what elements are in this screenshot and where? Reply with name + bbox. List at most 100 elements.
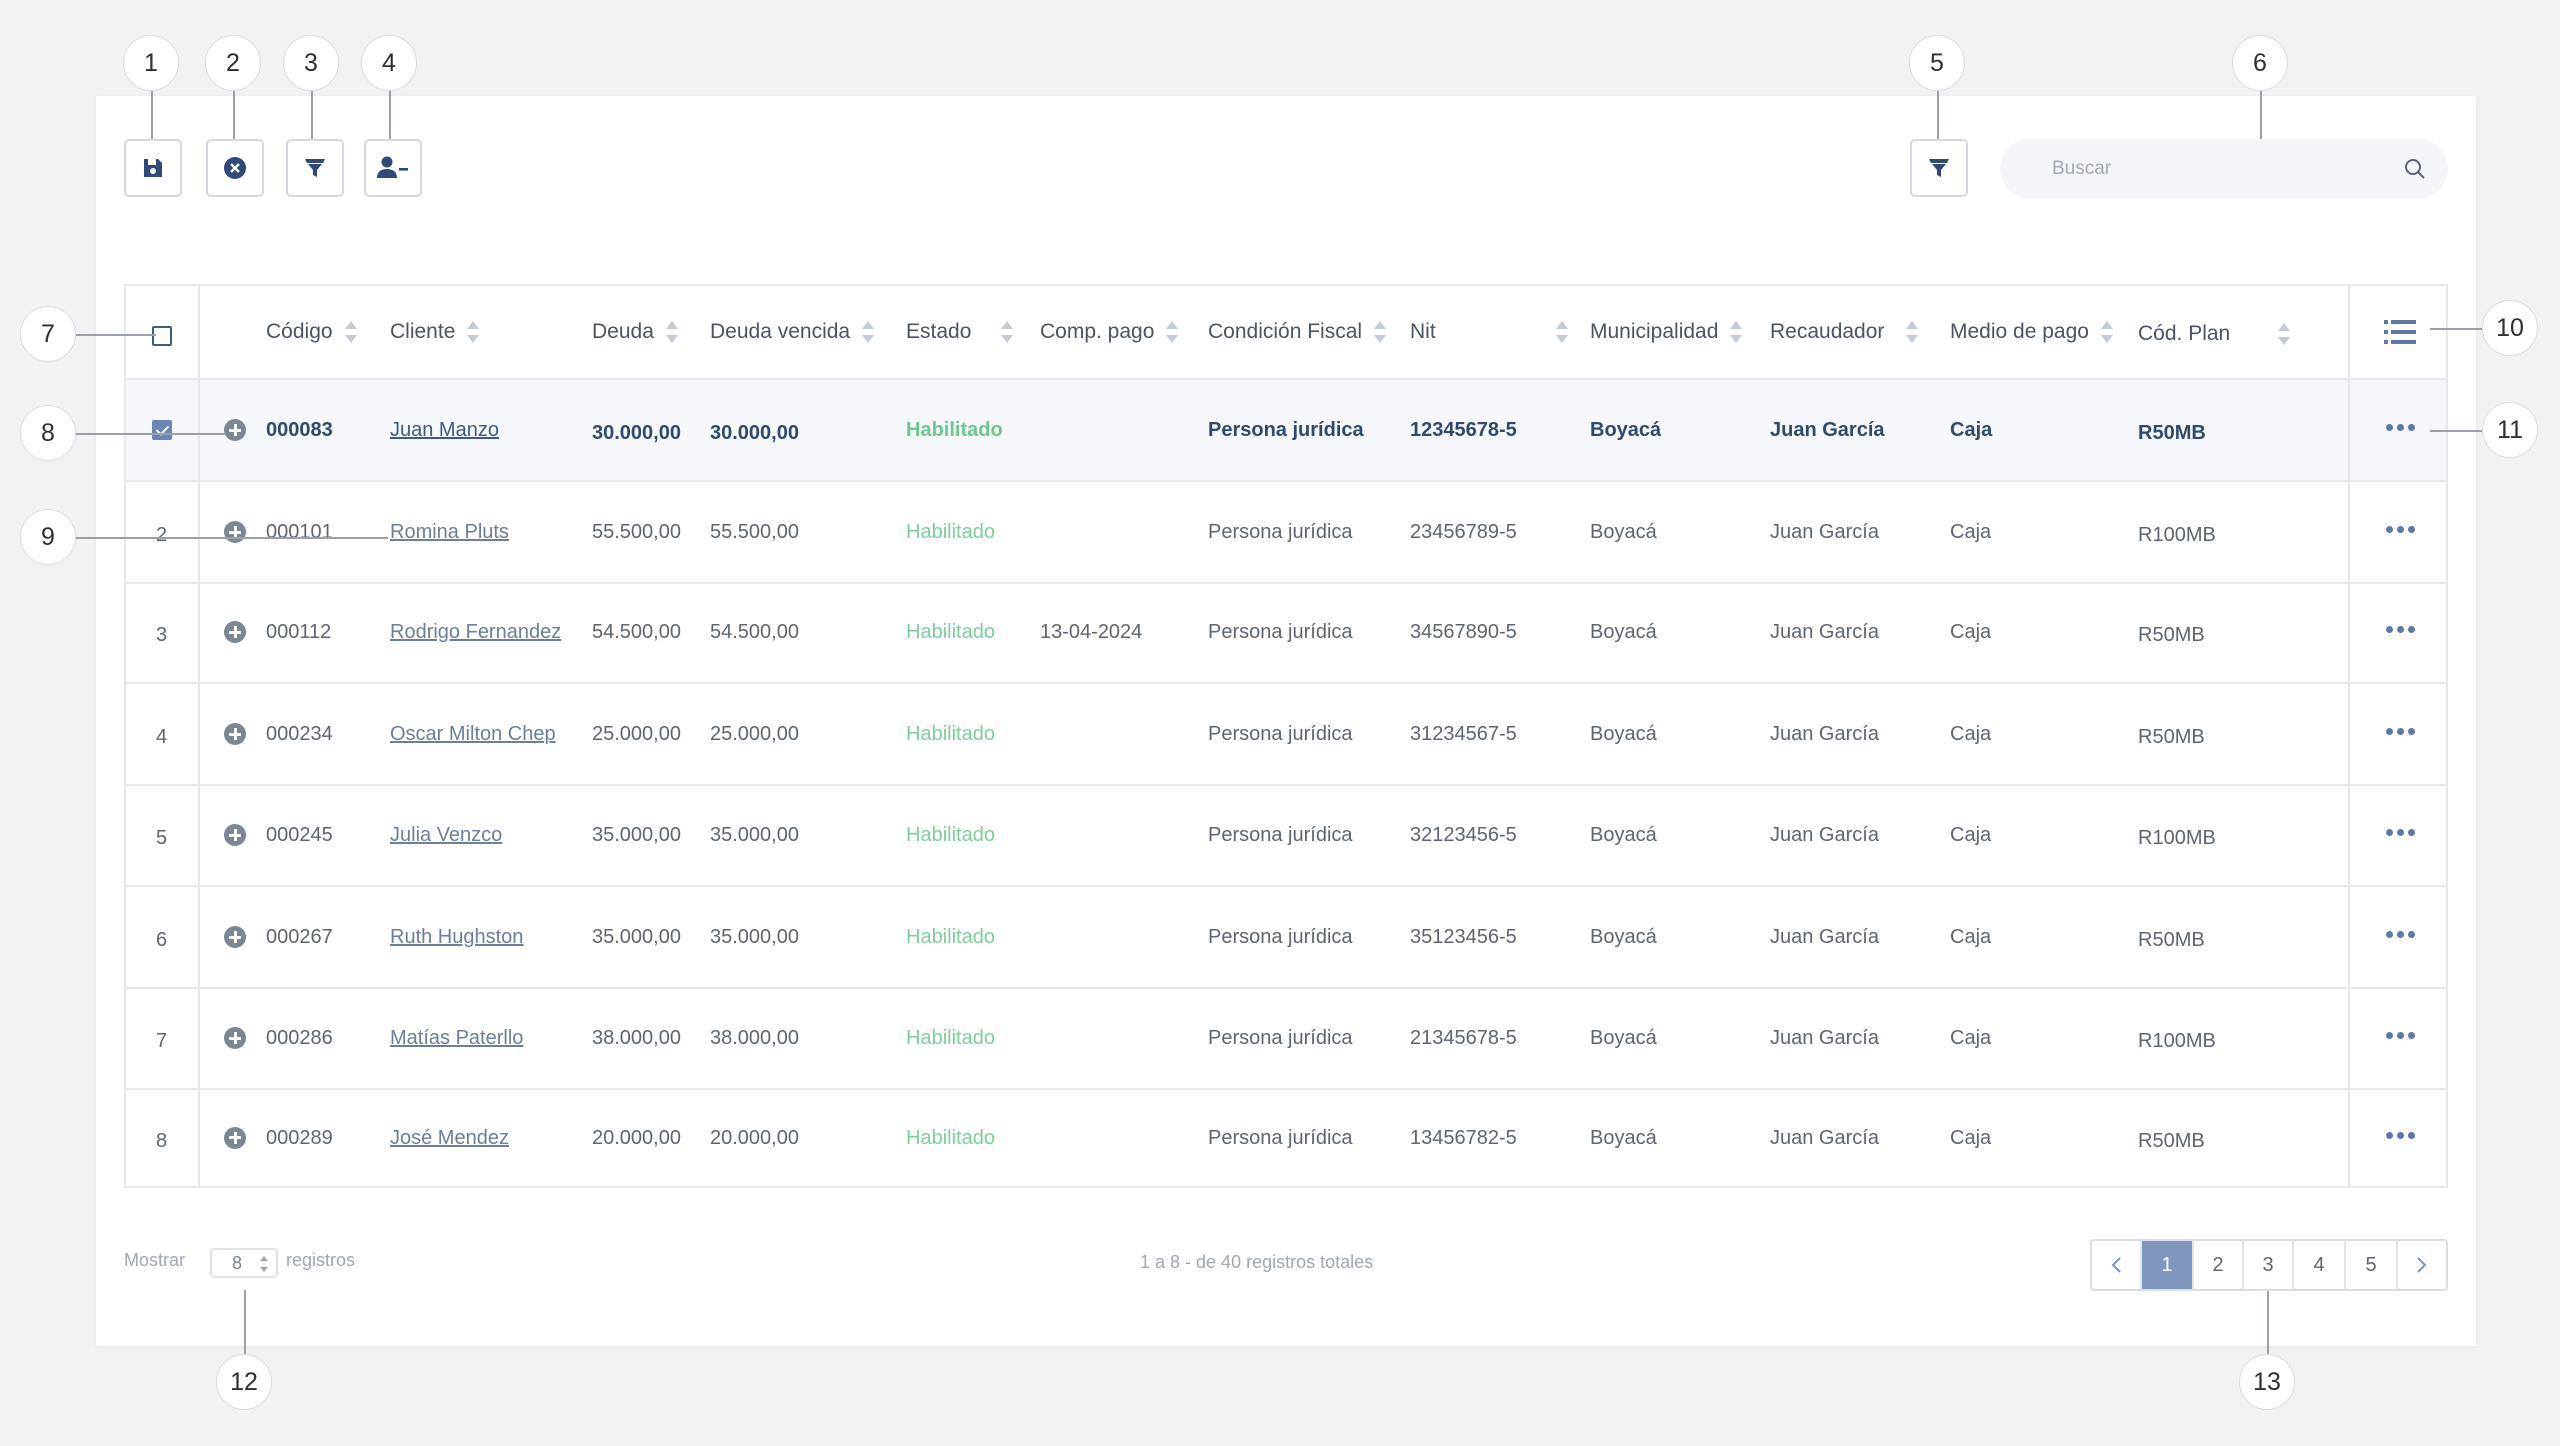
sort-icon[interactable] xyxy=(1906,319,1919,345)
callout-leader-line xyxy=(2430,430,2482,432)
callout-marker: 10 xyxy=(2482,300,2538,356)
page-button[interactable]: 5 xyxy=(2346,1241,2398,1289)
column-list-icon[interactable] xyxy=(2384,319,2416,345)
expand-row-icon[interactable] xyxy=(224,1126,246,1149)
per-page-stepper[interactable]: 8 xyxy=(210,1248,278,1278)
next-page-button[interactable] xyxy=(2398,1241,2446,1289)
cell-municipalidad: Boyacá xyxy=(1590,926,1657,948)
sort-icon[interactable] xyxy=(1166,319,1179,345)
callout-leader-line xyxy=(389,91,391,139)
row-actions-icon[interactable] xyxy=(2386,626,2415,633)
row-index[interactable]: 4 xyxy=(156,726,167,749)
filter-icon xyxy=(1929,159,1949,177)
row-divider xyxy=(126,987,2446,989)
row-actions-icon[interactable] xyxy=(2386,829,2415,836)
page-button[interactable]: 2 xyxy=(2194,1241,2244,1289)
cell-cliente[interactable]: Julia Venzco xyxy=(390,824,502,847)
column-divider xyxy=(2348,286,2350,1186)
cell-deuda: 35.000,00 xyxy=(592,926,681,948)
remove-user-button[interactable] xyxy=(364,139,422,197)
cell-estado: Habilitado xyxy=(906,521,995,543)
save-button[interactable] xyxy=(124,139,182,197)
search-icon[interactable] xyxy=(2404,158,2426,180)
advanced-filter-button[interactable] xyxy=(1910,139,1968,197)
header-codigo[interactable]: Código xyxy=(266,319,357,345)
expand-row-icon[interactable] xyxy=(224,824,246,846)
page-button[interactable]: 1 xyxy=(2142,1241,2194,1289)
pagination: 1 2 3 4 5 xyxy=(2090,1239,2448,1291)
row-actions-icon[interactable] xyxy=(2386,1032,2415,1039)
cell-condicion: Persona jurídica xyxy=(1208,1126,1353,1149)
header-nit[interactable]: Nit xyxy=(1410,319,1568,345)
cell-cliente[interactable]: Romina Pluts xyxy=(390,521,509,544)
expand-row-icon[interactable] xyxy=(224,621,246,643)
cell-deuda-vencida: 54.500,00 xyxy=(710,621,799,643)
header-recaudador[interactable]: Recaudador xyxy=(1770,319,1919,345)
prev-page-button[interactable] xyxy=(2092,1241,2142,1289)
sort-icon[interactable] xyxy=(344,319,357,345)
row-index[interactable]: 3 xyxy=(156,624,167,647)
sort-icon[interactable] xyxy=(2278,321,2291,347)
cell-plan: R100MB xyxy=(2138,1030,2216,1052)
stepper-arrows-icon[interactable] xyxy=(260,1256,268,1272)
row-index[interactable]: 5 xyxy=(156,827,167,850)
cell-medio: Caja xyxy=(1950,926,1992,948)
cell-deuda-vencida: 35.000,00 xyxy=(710,926,799,948)
header-cod-plan[interactable]: Cód. Plan xyxy=(2138,321,2291,347)
sort-icon[interactable] xyxy=(2100,319,2113,345)
header-deuda-vencida[interactable]: Deuda vencida xyxy=(710,319,875,345)
row-actions-icon[interactable] xyxy=(2386,931,2415,938)
filter-button[interactable] xyxy=(286,139,344,197)
cell-cliente[interactable]: Matías Paterllo xyxy=(390,1027,523,1050)
sort-icon[interactable] xyxy=(1730,319,1743,345)
expand-row-icon[interactable] xyxy=(224,1027,246,1049)
row-actions-icon[interactable] xyxy=(2386,424,2415,431)
row-actions-icon[interactable] xyxy=(2386,1131,2415,1139)
cell-estado: Habilitado xyxy=(906,1027,995,1049)
cell-cliente[interactable]: José Mendez xyxy=(390,1127,509,1150)
cell-medio: Caja xyxy=(1950,1126,1992,1149)
search-input[interactable] xyxy=(2052,158,2372,180)
chevron-right-icon xyxy=(2417,1257,2427,1273)
row-actions-icon[interactable] xyxy=(2386,728,2415,735)
sort-icon[interactable] xyxy=(1001,319,1014,345)
row-checkbox[interactable] xyxy=(152,420,172,440)
cell-codigo: 000289 xyxy=(266,1126,333,1149)
callout-marker: 11 xyxy=(2482,402,2538,458)
row-index[interactable]: 6 xyxy=(156,929,167,952)
row-index[interactable]: 8 xyxy=(156,1130,167,1153)
page-button[interactable]: 3 xyxy=(2244,1241,2294,1289)
sort-icon[interactable] xyxy=(665,319,678,345)
sort-icon[interactable] xyxy=(862,319,875,345)
expand-row-icon[interactable] xyxy=(224,521,246,543)
cell-municipalidad: Boyacá xyxy=(1590,419,1662,441)
cell-cliente[interactable]: Rodrigo Fernandez xyxy=(390,621,561,644)
cell-cliente[interactable]: Oscar Milton Chep xyxy=(390,723,556,746)
row-actions-icon[interactable] xyxy=(2386,526,2415,533)
cell-cliente[interactable]: Juan Manzo xyxy=(390,419,499,442)
expand-row-icon[interactable] xyxy=(224,926,246,948)
cancel-button[interactable] xyxy=(206,139,264,197)
cell-codigo: 000112 xyxy=(266,621,332,643)
select-all-checkbox[interactable] xyxy=(152,326,172,346)
filter-icon xyxy=(305,159,325,177)
expand-row-icon[interactable] xyxy=(224,723,246,745)
sort-icon[interactable] xyxy=(1374,319,1387,345)
row-divider xyxy=(126,885,2446,887)
sort-icon[interactable] xyxy=(1555,319,1568,345)
header-cliente[interactable]: Cliente xyxy=(390,319,480,345)
row-index[interactable]: 2 xyxy=(156,524,167,547)
header-label: Condición Fiscal xyxy=(1208,320,1363,343)
header-deuda[interactable]: Deuda xyxy=(592,319,678,345)
header-comp-pago[interactable]: Comp. pago xyxy=(1040,319,1179,345)
sort-icon[interactable] xyxy=(467,319,480,345)
header-medio-de-pago[interactable]: Medio de pago xyxy=(1950,319,2113,345)
search-box xyxy=(2000,139,2448,199)
row-index[interactable]: 7 xyxy=(156,1030,167,1053)
expand-row-icon[interactable] xyxy=(224,419,246,441)
cell-cliente[interactable]: Ruth Hughston xyxy=(390,926,523,949)
header-municipalidad[interactable]: Municipalidad xyxy=(1590,319,1743,345)
page-button[interactable]: 4 xyxy=(2294,1241,2346,1289)
header-estado[interactable]: Estado xyxy=(906,319,1014,345)
header-condicion-fiscal[interactable]: Condición Fiscal xyxy=(1208,319,1387,345)
